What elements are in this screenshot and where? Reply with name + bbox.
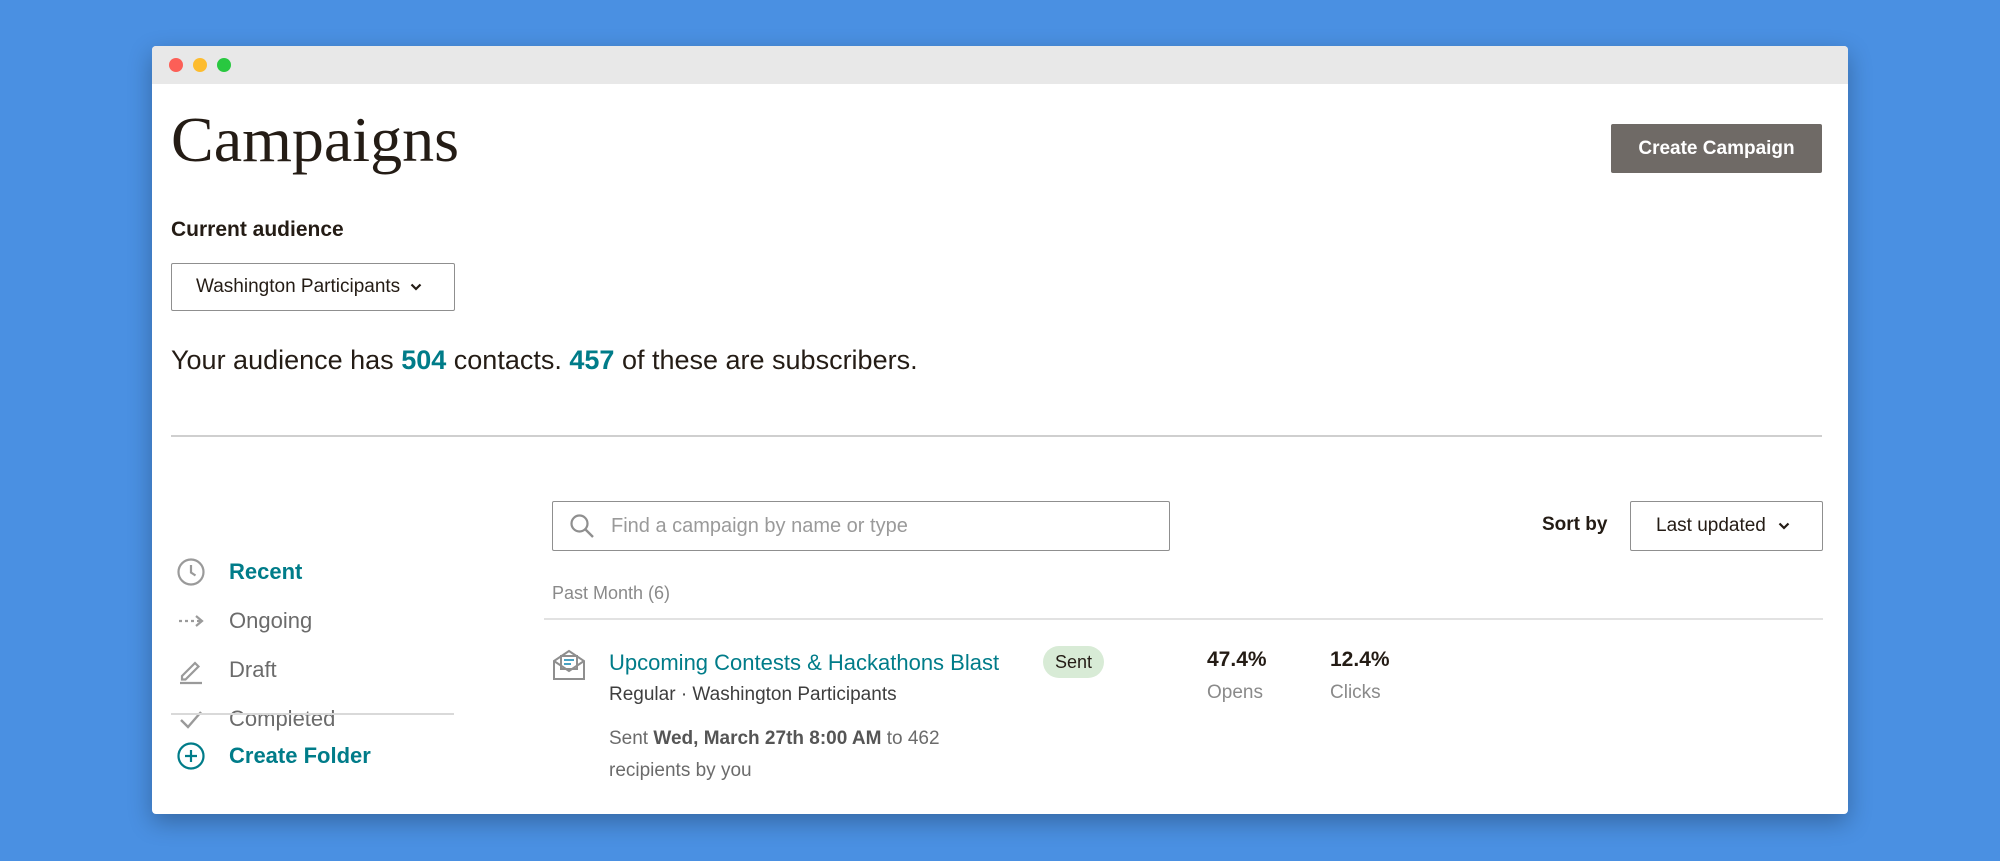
create-folder-label: Create Folder	[229, 743, 371, 768]
sidebar-item-label: Ongoing	[229, 608, 313, 633]
plus-circle-icon	[171, 736, 211, 776]
sidebar-item-recent[interactable]: Recent	[171, 552, 454, 592]
sent-prefix: Sent	[609, 728, 649, 749]
group-divider	[544, 618, 1823, 620]
current-audience-label: Current audience	[171, 218, 344, 241]
sidebar-divider	[171, 713, 454, 715]
search-icon	[570, 514, 594, 538]
maximize-window-button[interactable]	[217, 58, 231, 72]
clicks-stat: 12.4% Clicks	[1330, 648, 1390, 704]
pencil-icon	[171, 650, 211, 690]
create-folder-button[interactable]: Create Folder	[171, 736, 454, 776]
sidebar-item-label: Recent	[229, 559, 303, 584]
sidebar-item-ongoing[interactable]: Ongoing	[171, 601, 454, 641]
window-titlebar	[152, 46, 1848, 84]
audience-summary-prefix: Your audience has	[171, 345, 394, 375]
contacts-suffix: contacts.	[453, 345, 562, 375]
page-title: Campaigns	[171, 104, 459, 175]
section-divider	[171, 435, 1822, 437]
chevron-down-icon	[410, 283, 422, 291]
contacts-count: 504	[401, 345, 447, 375]
close-window-button[interactable]	[169, 58, 183, 72]
subscribers-suffix: of these are subscribers.	[621, 345, 918, 375]
campaign-meta: Regular · Washington Participants	[609, 684, 897, 705]
clock-icon	[171, 552, 211, 592]
app-window: Campaigns Create Campaign Current audien…	[152, 46, 1848, 814]
minimize-window-button[interactable]	[193, 58, 207, 72]
clicks-label: Clicks	[1330, 682, 1381, 703]
create-campaign-button[interactable]: Create Campaign	[1611, 124, 1822, 173]
opens-stat: 47.4% Opens	[1207, 648, 1267, 704]
sidebar-item-completed[interactable]: Completed	[171, 699, 454, 739]
email-campaign-icon	[553, 649, 585, 680]
opens-label: Opens	[1207, 682, 1263, 703]
search-input[interactable]	[609, 513, 1133, 539]
sidebar-item-label: Completed	[229, 706, 336, 731]
sort-dropdown-value: Last updated	[1656, 515, 1766, 536]
dashed-arrow-icon	[171, 601, 211, 641]
chevron-down-icon	[1778, 522, 1790, 530]
sort-dropdown[interactable]: Last updated	[1630, 501, 1823, 551]
audience-dropdown[interactable]: Washington Participants	[171, 263, 455, 311]
checkmark-icon	[171, 699, 211, 739]
audience-summary: Your audience has 504 contacts. 457 of t…	[171, 345, 918, 376]
status-badge: Sent	[1043, 646, 1105, 678]
sidebar-item-label: Draft	[229, 657, 277, 682]
campaign-title-link[interactable]: Upcoming Contests & Hackathons Blast	[609, 650, 999, 676]
audience-dropdown-value: Washington Participants	[196, 276, 401, 297]
campaign-search[interactable]	[552, 501, 1170, 551]
sidebar-item-draft[interactable]: Draft	[171, 650, 454, 690]
campaign-sent-info: Sent Wed, March 27th 8:00 AM to 462 reci…	[609, 723, 969, 787]
opens-value: 47.4%	[1207, 648, 1267, 671]
sort-by-label: Sort by	[1542, 514, 1608, 535]
subscribers-count: 457	[569, 345, 615, 375]
campaign-row[interactable]: Upcoming Contests & Hackathons Blast Sen…	[552, 646, 1822, 786]
group-label: Past Month (6)	[552, 583, 671, 603]
clicks-value: 12.4%	[1330, 648, 1390, 671]
sent-date: Wed, March 27th 8:00 AM	[653, 728, 882, 749]
